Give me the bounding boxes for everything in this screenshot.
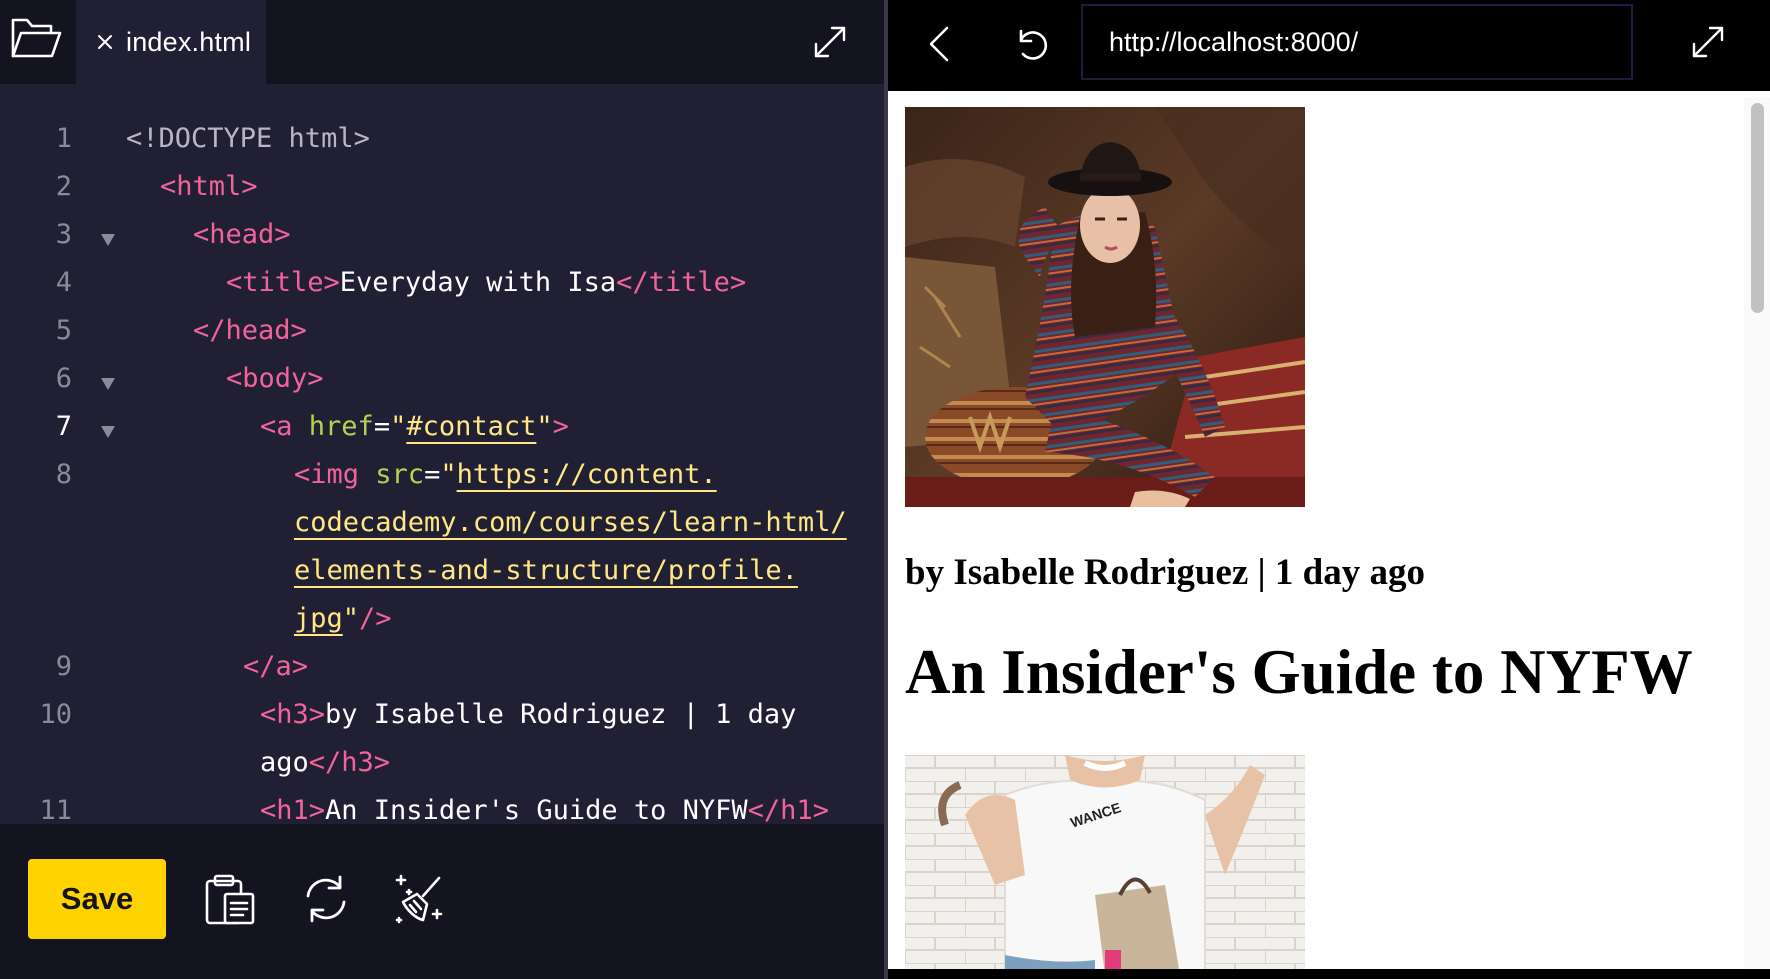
caret-down-icon[interactable] xyxy=(96,419,120,443)
string-link-token[interactable]: https://content. xyxy=(457,459,717,490)
text-token: ago xyxy=(260,747,309,778)
code-line-8-wrap: codecademy.com/courses/learn-html/ xyxy=(294,499,847,547)
expand-icon[interactable] xyxy=(1688,22,1732,66)
tag-token: <title> xyxy=(226,267,340,298)
doctype-token: <!DOCTYPE html> xyxy=(126,123,370,154)
refresh-icon[interactable] xyxy=(299,872,353,926)
expand-icon[interactable] xyxy=(810,22,850,62)
tag-token: <head> xyxy=(193,219,291,250)
string-token: " xyxy=(536,411,553,442)
tag-token: </a> xyxy=(243,651,309,682)
line-number: 11 xyxy=(39,795,72,824)
string-link-token[interactable]: jpg xyxy=(294,603,343,634)
string-link-token[interactable]: elements-and-structure/profile. xyxy=(294,555,798,586)
line-number: 6 xyxy=(55,363,72,394)
code-line-1: <!DOCTYPE html> xyxy=(126,115,370,163)
folder-open-icon[interactable] xyxy=(10,14,62,62)
caret-down-icon[interactable] xyxy=(96,227,120,251)
attribute-token: src xyxy=(375,459,425,490)
preview-scrollbar[interactable] xyxy=(1744,97,1770,969)
tag-token: </head> xyxy=(193,315,307,346)
profile-photo xyxy=(905,107,1306,507)
text-token: An Insider's Guide to NYFW xyxy=(325,795,748,824)
text-token: by Isabelle Rodriguez | 1 day xyxy=(325,699,797,730)
tag-token: > xyxy=(552,411,569,442)
reload-icon[interactable] xyxy=(1012,22,1056,66)
editor-top-bar: index.html xyxy=(0,0,884,84)
browser-bottom-edge xyxy=(888,969,1770,979)
string-token: " xyxy=(390,411,407,442)
string-token: " xyxy=(440,459,457,490)
browser-top-bar xyxy=(888,0,1770,91)
close-icon[interactable] xyxy=(94,31,116,53)
tag-token: </title> xyxy=(616,267,747,298)
line-number: 5 xyxy=(55,315,72,346)
tag-token: <html> xyxy=(160,171,258,202)
preview-byline: by Isabelle Rodriguez | 1 day ago xyxy=(905,552,1426,593)
article-photo: WANCE xyxy=(905,755,1305,969)
article-image: WANCE xyxy=(905,755,1305,969)
caret-down-icon[interactable] xyxy=(96,371,120,395)
tag-token: <h1> xyxy=(260,795,326,824)
save-button[interactable]: Save xyxy=(28,859,166,939)
tag-token: <body> xyxy=(226,363,324,394)
tag-token: </h1> xyxy=(747,795,829,824)
code-line-10-wrap: ago</h3> xyxy=(260,739,390,787)
preview-viewport: by Isabelle Rodriguez | 1 day ago An Ins… xyxy=(888,91,1770,969)
code-line-8: <img src="https://content. xyxy=(294,451,717,499)
clipboard-icon[interactable] xyxy=(203,872,257,926)
code-line-11: <h1>An Insider's Guide to NYFW</h1> xyxy=(260,787,829,824)
string-token: " xyxy=(342,603,360,634)
tag-token: /> xyxy=(359,603,392,634)
scrollbar-thumb[interactable] xyxy=(1751,103,1764,313)
tag-token: <img xyxy=(294,459,376,490)
line-number: 3 xyxy=(55,219,72,250)
text-token: Everyday with Isa xyxy=(339,267,617,298)
line-number: 4 xyxy=(55,267,72,298)
magic-broom-icon[interactable] xyxy=(393,872,447,926)
line-number: 1 xyxy=(55,123,72,154)
code-line-9: </a> xyxy=(243,643,308,691)
tag-token: <h3> xyxy=(260,699,326,730)
code-line-6: <body> xyxy=(226,355,324,403)
operator-token: = xyxy=(424,459,441,490)
tag-token: </h3> xyxy=(308,747,391,778)
file-tab-label: index.html xyxy=(126,26,252,57)
code-line-7: <a href="#contact"> xyxy=(260,403,569,451)
code-line-3: <head> xyxy=(193,211,291,259)
line-number: 2 xyxy=(55,171,72,202)
editor-bottom-bar: Save xyxy=(0,824,884,979)
code-line-4: <title>Everyday with Isa</title> xyxy=(226,259,746,307)
url-bar[interactable] xyxy=(1081,4,1633,80)
code-line-8-wrap: elements-and-structure/profile. xyxy=(294,547,798,595)
code-line-8-wrap: jpg"/> xyxy=(294,595,392,643)
chevron-left-icon[interactable] xyxy=(919,22,963,66)
line-number: 10 xyxy=(39,699,72,730)
string-link-token[interactable]: codecademy.com/courses/learn-html/ xyxy=(294,507,847,538)
file-tab-index-html[interactable]: index.html xyxy=(76,0,266,84)
code-area[interactable]: 1 2 3 4 5 6 7 8 9 10 11 <!DOCTYPE html> … xyxy=(0,93,884,824)
code-editor-pane: index.html 1 2 3 4 5 6 7 8 9 10 11 <!DOC… xyxy=(0,0,884,979)
code-line-2: <html> xyxy=(160,163,258,211)
tag-token: <a xyxy=(260,411,309,442)
line-number-active: 7 xyxy=(55,411,72,442)
line-number: 9 xyxy=(55,651,72,682)
string-link-token[interactable]: #contact xyxy=(406,411,536,442)
preview-headline: An Insider's Guide to NYFW xyxy=(905,637,1693,707)
profile-image-link[interactable] xyxy=(905,107,1306,507)
code-line-5: </head> xyxy=(193,307,307,355)
browser-pane: by Isabelle Rodriguez | 1 day ago An Ins… xyxy=(888,0,1770,979)
operator-token: = xyxy=(373,411,391,442)
line-number: 8 xyxy=(55,459,72,490)
attribute-token: href xyxy=(308,411,374,442)
code-line-10: <h3>by Isabelle Rodriguez | 1 day xyxy=(260,691,796,739)
